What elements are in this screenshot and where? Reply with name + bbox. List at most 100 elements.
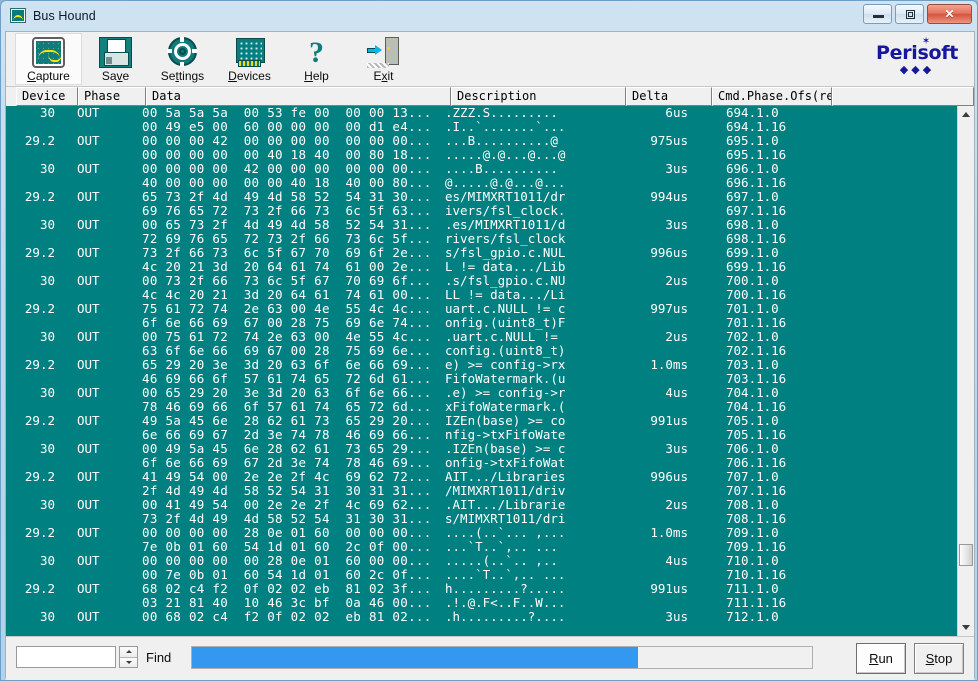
cell-delta: 3us [665,217,688,232]
table-row[interactable]: 29.2 OUT 65 73 2f 4d 49 4d 58 52 54 31 30.… [6,190,957,204]
table-row[interactable]: 73 2f 4d 49 4d 58 52 54 31 30 31... s/MIM… [6,512,957,526]
cell-description: onfig->txFifoWat [445,455,566,470]
cell-description: s/fsl_gpio.c.NUL [445,245,566,260]
cell-description: config.(uint8_t) [445,343,566,358]
table-row[interactable]: 7e 0b 01 60 54 1d 01 60 2c 0f 00... ...`T… [6,540,957,554]
cell-description: .s/fsl_gpio.c.NU [445,273,566,288]
column-header-delta[interactable]: Delta [626,87,712,106]
toolbar-button-help[interactable]: ? Help [283,33,350,85]
table-row[interactable]: 30 OUT 00 65 73 2f 4d 49 4d 58 52 54 31...… [6,218,957,232]
table-row[interactable]: 29.2 OUT 68 02 c4 f2 0f 02 02 eb 81 02 3f.… [6,582,957,596]
toolbar-button-capture[interactable]: Capture [15,33,82,85]
maximize-button[interactable] [895,4,924,24]
toolbar-button-settings[interactable]: Settings [149,33,216,85]
cell-description: uart.c.NULL != c [445,301,566,316]
table-row[interactable]: 30 OUT 00 49 5a 45 6e 28 62 61 73 65 29...… [6,442,957,456]
table-row[interactable]: 6f 6e 66 69 67 2d 3e 74 78 46 69... onfig… [6,456,957,470]
toolbar-button-exit[interactable]: Exit [350,33,417,85]
column-header-cmd[interactable]: Cmd.Phase.Ofs(rep) [712,87,832,106]
cell-description: e) >= config->rx [445,357,566,372]
cell-cmd: 703.1.16 [726,371,787,386]
table-row[interactable]: 29.2 OUT 75 61 72 74 2e 63 00 4e 55 4c 4c.… [6,302,957,316]
table-row[interactable]: 29.2 OUT 73 2f 66 73 6c 5f 67 70 69 6f 2e.… [6,246,957,260]
table-row[interactable]: 78 46 69 66 6f 57 61 74 65 72 6d... xFifo… [6,400,957,414]
table-row[interactable]: 29.2 OUT 00 00 00 00 28 0e 01 60 00 00 00.… [6,526,957,540]
table-row[interactable]: 72 69 76 65 72 73 2f 66 73 6c 5f... river… [6,232,957,246]
cell-data: 00 73 2f 66 73 6c 5f 67 70 69 6f... [142,273,432,288]
cell-cmd: 707.1.0 [726,469,779,484]
run-button[interactable]: Run [856,643,906,674]
table-row[interactable]: 6e 66 69 67 2d 3e 74 78 46 69 66... nfig-… [6,428,957,442]
column-header-data[interactable]: Data [146,87,451,106]
table-row[interactable]: 30 OUT 00 00 00 00 42 00 00 00 00 00 00...… [6,162,957,176]
spinner-down-button[interactable] [120,657,137,667]
table-row[interactable]: 30 OUT 00 68 02 c4 f2 0f 02 02 eb 81 02...… [6,610,957,624]
spinner-up-button[interactable] [120,647,137,658]
table-row[interactable]: 29.2 OUT 49 5a 45 6e 28 62 61 73 65 29 20.… [6,414,957,428]
table-row[interactable]: 63 6f 6e 66 69 67 00 28 75 69 6e... confi… [6,344,957,358]
cell-delta: 3us [665,609,688,624]
table-row[interactable]: 30 OUT 00 73 2f 66 73 6c 5f 67 70 69 6f...… [6,274,957,288]
table-row[interactable]: 03 21 81 40 10 46 3c bf 0a 46 00... .!.@.… [6,596,957,610]
cell-device: 29.2 [24,301,55,316]
cell-description: .e) >= config->r [445,385,566,400]
capture-grid[interactable]: 30 OUT 00 5a 5a 5a 00 53 fe 00 00 00 13...… [6,106,957,636]
scroll-up-button[interactable] [958,106,974,123]
stop-button[interactable]: Stop [914,643,964,674]
table-row[interactable]: 29.2 OUT 41 49 54 00 2e 2e 2f 4c 69 62 72.… [6,470,957,484]
chevron-down-icon [962,625,970,630]
table-row[interactable]: 2f 4d 49 4d 58 52 54 31 30 31 31... /MIMX… [6,484,957,498]
table-row[interactable]: 46 69 66 6f 57 61 74 65 72 6d 61... FifoW… [6,372,957,386]
cell-cmd: 695.1.16 [726,147,787,162]
table-row[interactable]: 29.2 OUT 00 00 00 42 00 00 00 00 00 00 00.… [6,134,957,148]
cell-cmd: 704.1.0 [726,385,779,400]
capture-grid-wrapper: 30 OUT 00 5a 5a 5a 00 53 fe 00 00 00 13...… [6,106,974,636]
table-row[interactable]: 30 OUT 00 5a 5a 5a 00 53 fe 00 00 00 13...… [6,106,957,120]
table-row[interactable]: 69 76 65 72 73 2f 66 73 6c 5f 63... ivers… [6,204,957,218]
cell-data: 63 6f 6e 66 69 67 00 28 75 69 6e... [142,343,432,358]
table-row[interactable]: 29.2 OUT 65 29 20 3e 3d 20 63 6f 6e 66 69.… [6,358,957,372]
scrollbar-thumb[interactable] [959,544,973,566]
table-row[interactable]: 30 OUT 00 75 61 72 74 2e 63 00 4e 55 4c...… [6,330,957,344]
cell-device: 29.2 [24,581,55,596]
cell-cmd: 700.1.0 [726,273,779,288]
brand-star-icon: ✶ [921,36,930,47]
table-row[interactable]: 40 00 00 00 00 00 40 18 40 00 80... @....… [6,176,957,190]
cell-description: nfig->txFifoWate [445,427,566,442]
table-row[interactable]: 6f 6e 66 69 67 00 28 75 69 6e 74... onfig… [6,316,957,330]
column-header-phase[interactable]: Phase [78,87,146,106]
cell-phase: OUT [77,301,100,316]
cell-phase: OUT [77,161,100,176]
cell-cmd: 708.1.0 [726,497,779,512]
table-row[interactable]: 4c 20 21 3d 20 64 61 74 61 00 2e... L != … [6,260,957,274]
table-row[interactable]: 00 00 00 00 00 40 18 40 00 80 18........… [6,148,957,162]
table-row[interactable]: 00 49 e5 00 60 00 00 00 00 d1 e4... .I..`… [6,120,957,134]
cell-cmd: 708.1.16 [726,511,787,526]
capture-progress-bar [191,646,813,669]
table-row[interactable]: 30 OUT 00 65 29 20 3e 3d 20 63 6f 6e 66...… [6,386,957,400]
cell-data: 00 41 49 54 00 2e 2e 2f 4c 69 62... [142,497,432,512]
bus-hound-window: Bus Hound ✕ Capture Save Settings Device… [0,0,978,681]
vertical-scrollbar[interactable] [957,106,974,636]
column-header-description[interactable]: Description [451,87,626,106]
cell-data: 00 49 e5 00 60 00 00 00 00 d1 e4... [142,119,432,134]
cell-device: 30 [39,106,55,120]
toolbar-button-devices[interactable]: Devices [216,33,283,85]
toolbar-button-save[interactable]: Save [82,33,149,85]
find-spinner[interactable] [119,646,138,668]
save-icon [99,37,132,68]
minimize-icon [873,15,884,18]
close-button[interactable]: ✕ [927,4,972,24]
table-row[interactable]: 4c 4c 20 21 3d 20 64 61 74 61 00... LL !=… [6,288,957,302]
find-input[interactable] [16,646,116,668]
brand-dots: ◆◆◆ [899,64,935,76]
cell-data: 00 49 5a 45 6e 28 62 61 73 65 29... [142,441,432,456]
cell-data: 65 29 20 3e 3d 20 63 6f 6e 66 69... [142,357,432,372]
table-row[interactable]: 30 OUT 00 41 49 54 00 2e 2e 2f 4c 69 62...… [6,498,957,512]
column-header-device[interactable]: Device [16,87,78,106]
scroll-down-button[interactable] [958,619,974,636]
cell-delta: 1.0ms [650,525,688,540]
table-row[interactable]: 00 7e 0b 01 60 54 1d 01 60 2c 0f... ....`… [6,568,957,582]
minimize-button[interactable] [863,4,892,24]
table-row[interactable]: 30 OUT 00 00 00 00 00 28 0e 01 60 00 00...… [6,554,957,568]
